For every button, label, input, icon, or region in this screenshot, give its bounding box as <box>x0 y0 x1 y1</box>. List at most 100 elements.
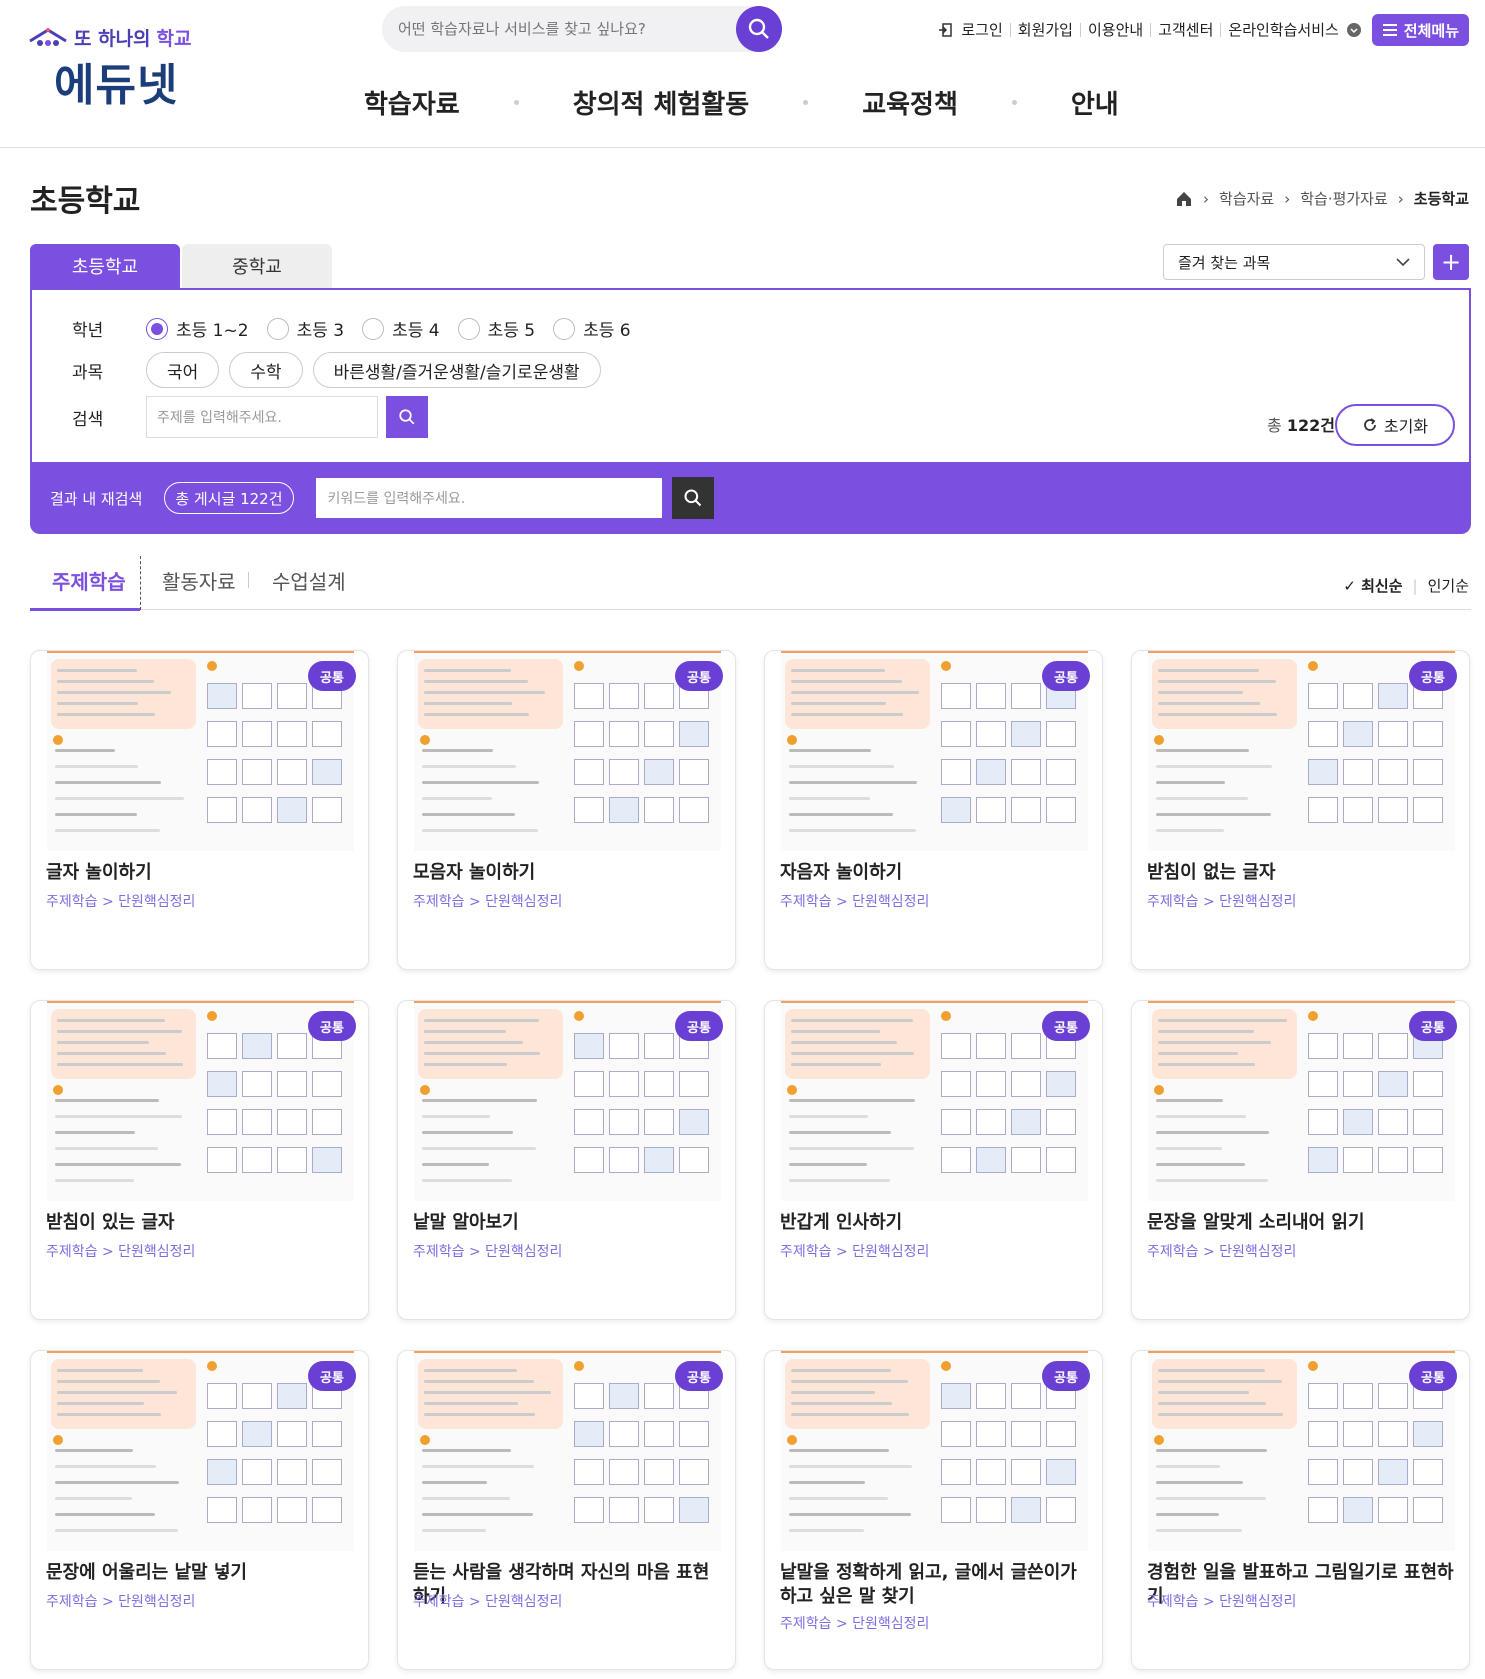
material-card[interactable]: 공통 자음자 놀이하기 주제학습 > 단원핵심정리 <box>764 650 1103 970</box>
thumbnail-table-cell <box>242 1147 272 1173</box>
material-card[interactable]: 공통 글자 놀이하기 주제학습 > 단원핵심정리 <box>30 650 369 970</box>
radio-icon <box>362 317 385 340</box>
nav-learning-materials[interactable]: 학습자료 <box>364 84 460 121</box>
favorite-subject-select[interactable]: 즐겨 찾는 과목 <box>1163 244 1425 280</box>
material-card[interactable]: 공통 낱말을 정확하게 읽고, 글에서 글쓴이가 하고 싶은 말 찾기 주제학습 >… <box>764 1350 1103 1670</box>
nav-info[interactable]: 안내 <box>1071 84 1119 121</box>
thumbnail-text-line <box>1158 1402 1266 1405</box>
site-logo[interactable]: 또 하나의 학교 에듀넷 <box>28 24 228 114</box>
thumbnail-text-line <box>424 1063 507 1066</box>
thumbnail-text-line <box>422 797 492 800</box>
thumbnail-table-cell <box>277 1071 307 1097</box>
thumbnail-table-cell <box>1308 797 1338 823</box>
thumbnail-text-line <box>791 1063 881 1066</box>
material-card[interactable]: 공통 모음자 놀이하기 주제학습 > 단원핵심정리 <box>397 650 736 970</box>
thumbnail-table-cell <box>941 1147 971 1173</box>
card-title[interactable]: 모음자 놀이하기 <box>413 861 723 885</box>
thumbnail-table-cell <box>609 1147 639 1173</box>
signup-link[interactable]: 회원가입 <box>1009 23 1080 38</box>
thumbnail-text-line <box>422 1529 486 1532</box>
card-title[interactable]: 낱말 알아보기 <box>413 1211 723 1235</box>
thumbnail-text-line <box>57 1380 160 1383</box>
thumbnail-text-line <box>789 1465 912 1468</box>
grade-option[interactable]: 초등 3 <box>266 316 344 341</box>
thumbnail-section-marker <box>207 1011 217 1021</box>
global-search-button[interactable] <box>736 6 782 52</box>
refine-search-button[interactable] <box>671 477 714 519</box>
card-title[interactable]: 받침이 없는 글자 <box>1147 861 1457 885</box>
thumbnail-text-line <box>424 1380 534 1383</box>
nav-creative-activities[interactable]: 창의적 체험활동 <box>573 84 750 121</box>
grade-option[interactable]: 초등 6 <box>553 316 631 341</box>
tab-middle[interactable]: 중학교 <box>182 244 332 288</box>
thumbnail-text-line <box>789 829 916 832</box>
tab-activity-materials[interactable]: 활동자료 <box>162 566 236 595</box>
guide-link[interactable]: 이용안내 <box>1079 23 1150 38</box>
support-link[interactable]: 고객센터 <box>1150 23 1220 38</box>
grade-option[interactable]: 초등 1~2 <box>146 316 249 341</box>
global-search-input[interactable] <box>382 6 712 52</box>
online-learning-link[interactable]: 온라인학습서비스 <box>1220 23 1345 38</box>
topic-search-button[interactable] <box>386 396 428 438</box>
topic-search-input[interactable]: 주제를 입력해주세요. <box>146 396 378 438</box>
sort-latest[interactable]: ✓ 최신순 <box>1343 575 1402 596</box>
card-title[interactable]: 반갑게 인사하기 <box>780 1211 1090 1235</box>
material-card[interactable]: 공통 받침이 없는 글자 주제학습 > 단원핵심정리 <box>1131 650 1470 970</box>
thumbnail-text-line <box>55 1163 181 1166</box>
login-link[interactable]: 로그인 <box>954 23 1009 38</box>
material-card[interactable]: 공통 듣는 사람을 생각하며 자신의 마음 표현하기 주제학습 > 단원핵심정리 <box>397 1350 736 1670</box>
material-card[interactable]: 공통 문장에 어울리는 낱말 넣기 주제학습 > 단원핵심정리 <box>30 1350 369 1670</box>
material-card[interactable]: 공통 경험한 일을 발표하고 그림일기로 표현하기 주제학습 > 단원핵심정리 <box>1131 1350 1470 1670</box>
thumbnail-text-line <box>1158 1391 1249 1394</box>
card-title[interactable]: 받침이 있는 글자 <box>46 1211 356 1235</box>
add-favorite-button[interactable]: + <box>1433 244 1469 280</box>
subject-math[interactable]: 수학 <box>229 352 303 388</box>
grade-option-label: 초등 5 <box>487 321 536 341</box>
card-title[interactable]: 문장에 어울리는 낱말 넣기 <box>46 1561 356 1585</box>
material-card[interactable]: 공통 낱말 알아보기 주제학습 > 단원핵심정리 <box>397 1000 736 1320</box>
thumbnail-table-cell <box>644 1497 674 1523</box>
common-badge: 공통 <box>1042 661 1090 691</box>
material-card[interactable]: 공통 받침이 있는 글자 주제학습 > 단원핵심정리 <box>30 1000 369 1320</box>
nav-divider <box>513 100 519 105</box>
thumbnail-text-line <box>55 1179 134 1182</box>
material-card[interactable]: 공통 문장을 알맞게 소리내어 읽기 주제학습 > 단원핵심정리 <box>1131 1000 1470 1320</box>
thumbnail-table-cell <box>1046 1421 1076 1447</box>
subject-integrated[interactable]: 바른생활/즐거운생활/슬기로운생활 <box>312 352 601 388</box>
thumbnail-table-cell <box>941 683 971 709</box>
card-title[interactable]: 낱말을 정확하게 읽고, 글에서 글쓴이가 하고 싶은 말 찾기 <box>780 1561 1090 1609</box>
tab-elementary[interactable]: 초등학교 <box>30 244 180 288</box>
grade-option[interactable]: 초등 5 <box>457 316 536 341</box>
nav-education-policy[interactable]: 교육정책 <box>862 84 958 121</box>
material-card[interactable]: 공통 반갑게 인사하기 주제학습 > 단원핵심정리 <box>764 1000 1103 1320</box>
subject-korean[interactable]: 국어 <box>146 352 220 388</box>
breadcrumb-item[interactable]: 학습·평가자료 <box>1300 188 1388 209</box>
thumbnail-text-line <box>424 713 529 716</box>
sort-popular[interactable]: 인기순 <box>1428 575 1469 596</box>
card-title[interactable]: 자음자 놀이하기 <box>780 861 1090 885</box>
thumbnail-text-line <box>57 1041 149 1044</box>
thumbnail-table-cell <box>1378 759 1408 785</box>
thumbnail-table-cell <box>1378 1459 1408 1485</box>
tab-lesson-design[interactable]: 수업설계 <box>272 566 346 595</box>
thumbnail-table-cell <box>976 1383 1006 1409</box>
home-icon[interactable] <box>1175 190 1193 208</box>
chevron-circle-icon[interactable] <box>1346 22 1362 38</box>
refine-label: 결과 내 재검색 <box>50 489 143 508</box>
thumbnail-table-cell <box>277 1383 307 1409</box>
grade-option-label: 초등 4 <box>392 321 440 341</box>
thumbnail-table-cell <box>574 1071 604 1097</box>
thumbnail-table-cell <box>1046 759 1076 785</box>
all-menu-button[interactable]: 전체메뉴 <box>1371 14 1469 46</box>
grade-option[interactable]: 초등 4 <box>362 316 440 341</box>
breadcrumb-item[interactable]: 학습자료 <box>1219 188 1274 209</box>
reset-button[interactable]: 초기화 <box>1335 404 1455 446</box>
thumbnail-text-line <box>789 749 871 752</box>
logo-subtitle: 또 하나의 <box>74 28 151 50</box>
tab-topic-learning[interactable]: 주제학습 <box>52 566 126 595</box>
grade-filter-row: 학년 초등 1~2 초등 3 초등 4 초등 5 초등 6 <box>72 316 649 341</box>
card-title[interactable]: 글자 놀이하기 <box>46 861 356 885</box>
refine-search-input[interactable]: 키워드를 입력해주세요. <box>315 478 662 518</box>
school-tabs: 초등학교 중학교 <box>30 244 332 288</box>
card-title[interactable]: 문장을 알맞게 소리내어 읽기 <box>1147 1211 1457 1235</box>
